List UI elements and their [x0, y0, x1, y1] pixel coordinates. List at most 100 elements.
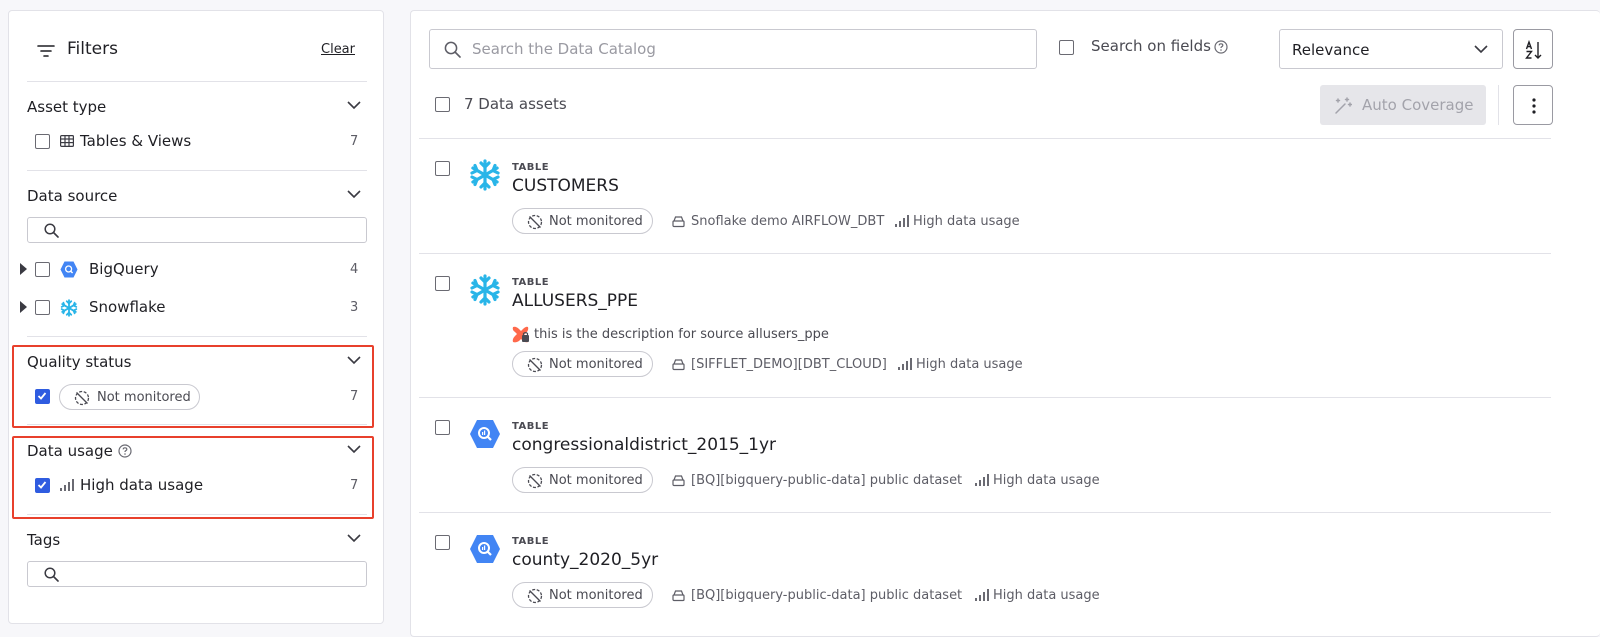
chevron-down-icon [1474, 45, 1488, 54]
signal-bars-icon [60, 479, 74, 491]
data-source-bigquery-count: 4 [350, 262, 359, 277]
data-usage-title: Data usage [27, 442, 113, 460]
checkmark-icon [37, 481, 47, 489]
asset-type-title: Asset type [27, 98, 107, 116]
quality-status-title: Quality status [27, 353, 132, 371]
asset-type-tables-checkbox[interactable] [35, 134, 50, 149]
chevron-down-icon[interactable] [347, 101, 361, 110]
quality-not-monitored-checkbox[interactable] [35, 389, 50, 404]
catalog-search-input[interactable] [472, 38, 1012, 60]
asset-type-tables-count: 7 [350, 134, 359, 149]
chevron-down-icon[interactable] [347, 356, 361, 365]
database-icon [672, 590, 685, 602]
status-badge: Not monitored [512, 582, 653, 608]
asset-row[interactable]: TABLE county_2020_5yr Not monitored [BQ]… [411, 513, 1600, 628]
search-icon [444, 41, 461, 58]
data-source-snowflake-label: Snowflake [89, 298, 166, 316]
asset-type-label: TABLE [512, 277, 550, 288]
asset-name-link[interactable]: congressionaldistrict_2015_1yr [512, 435, 776, 455]
status-label: Not monitored [549, 473, 643, 488]
bigquery-icon [60, 261, 78, 278]
asset-usage-label: High data usage [993, 588, 1100, 603]
assets-count-label: 7 Data assets [464, 95, 567, 113]
status-label: Not monitored [549, 588, 643, 603]
asset-source-label: [BQ][bigquery-public-data] public datase… [691, 588, 963, 603]
filters-title: Filters [67, 39, 118, 59]
divider [1498, 85, 1499, 125]
asset-row[interactable]: TABLE ALLUSERS_PPE this is the descripti… [411, 254, 1600, 397]
status-label: Not monitored [549, 357, 643, 372]
table-icon [60, 135, 74, 147]
data-usage-high-checkbox[interactable] [35, 478, 50, 493]
asset-description-text: this is the description for source allus… [534, 327, 829, 342]
search-on-fields-checkbox[interactable] [1059, 40, 1074, 55]
filter-icon [37, 45, 55, 57]
catalog-results-panel: Search on fields Relevance 7 Data assets… [410, 10, 1600, 637]
not-monitored-label: Not monitored [97, 390, 191, 405]
auto-coverage-button[interactable]: Auto Coverage [1320, 85, 1486, 125]
data-usage-high-label: High data usage [80, 476, 204, 494]
clear-filters-link[interactable]: Clear [321, 42, 355, 57]
not-monitored-icon [74, 390, 90, 406]
search-icon [44, 567, 59, 582]
signal-bars-icon [975, 589, 989, 601]
data-source-search-input[interactable] [27, 217, 367, 243]
chevron-down-icon[interactable] [347, 190, 361, 199]
asset-usage-label: High data usage [916, 357, 1023, 372]
asset-usage-label: High data usage [913, 214, 1020, 229]
asset-source-label: Snoflake demo AIRFLOW_DBT [691, 214, 885, 229]
sort-order-button[interactable] [1513, 29, 1553, 69]
asset-name-link[interactable]: county_2020_5yr [512, 550, 658, 570]
search-icon [44, 223, 59, 238]
status-badge: Not monitored [512, 208, 653, 234]
status-badge: Not monitored [512, 351, 653, 377]
asset-row[interactable]: TABLE congressionaldistrict_2015_1yr Not… [411, 398, 1600, 513]
divider [27, 336, 367, 337]
data-usage-high-count: 7 [350, 478, 359, 493]
snowflake-icon [470, 159, 500, 191]
expand-bigquery-toggle[interactable] [20, 263, 27, 275]
tags-title: Tags [27, 531, 61, 549]
divider [27, 170, 367, 171]
magic-wand-icon [1335, 97, 1352, 114]
not-monitored-icon [527, 357, 543, 373]
kebab-menu-icon [1532, 98, 1536, 114]
asset-row[interactable]: TABLE CUSTOMERS Not monitored Snoflake d… [411, 139, 1600, 254]
status-badge: Not monitored [512, 467, 653, 493]
chevron-down-icon[interactable] [347, 445, 361, 454]
catalog-search-box [429, 29, 1037, 69]
filters-panel: Filters Clear Asset type Tables & Views … [8, 10, 384, 624]
expand-snowflake-toggle[interactable] [20, 301, 27, 313]
auto-coverage-label: Auto Coverage [1362, 96, 1474, 114]
bigquery-icon [470, 535, 500, 563]
database-icon [672, 359, 685, 371]
asset-name-link[interactable]: ALLUSERS_PPE [512, 291, 638, 311]
asset-name-link[interactable]: CUSTOMERS [512, 176, 619, 196]
database-icon [672, 216, 685, 228]
sort-selected-value: Relevance [1292, 41, 1370, 59]
asset-type-label: TABLE [512, 421, 550, 432]
not-monitored-badge: Not monitored [59, 384, 200, 410]
data-source-snowflake-count: 3 [350, 300, 359, 315]
tags-search-input[interactable] [27, 561, 367, 587]
data-source-bigquery-label: BigQuery [89, 260, 159, 278]
asset-type-label: TABLE [512, 162, 550, 173]
sort-select[interactable]: Relevance [1279, 29, 1503, 69]
checkmark-icon [37, 392, 47, 400]
help-icon[interactable] [118, 444, 132, 458]
asset-source-label: [SIFFLET_DEMO][DBT_CLOUD] [691, 357, 887, 372]
signal-bars-icon [895, 215, 909, 227]
data-source-bigquery-checkbox[interactable] [35, 262, 50, 277]
asset-checkbox[interactable] [435, 276, 450, 291]
snowflake-icon [60, 299, 78, 317]
asset-checkbox[interactable] [435, 161, 450, 176]
chevron-down-icon[interactable] [347, 534, 361, 543]
select-all-checkbox[interactable] [435, 97, 450, 112]
help-icon[interactable] [1214, 40, 1228, 54]
asset-checkbox[interactable] [435, 420, 450, 435]
data-source-snowflake-checkbox[interactable] [35, 300, 50, 315]
not-monitored-icon [527, 473, 543, 489]
asset-type-label: TABLE [512, 536, 550, 547]
more-options-button[interactable] [1513, 85, 1553, 125]
asset-checkbox[interactable] [435, 535, 450, 550]
